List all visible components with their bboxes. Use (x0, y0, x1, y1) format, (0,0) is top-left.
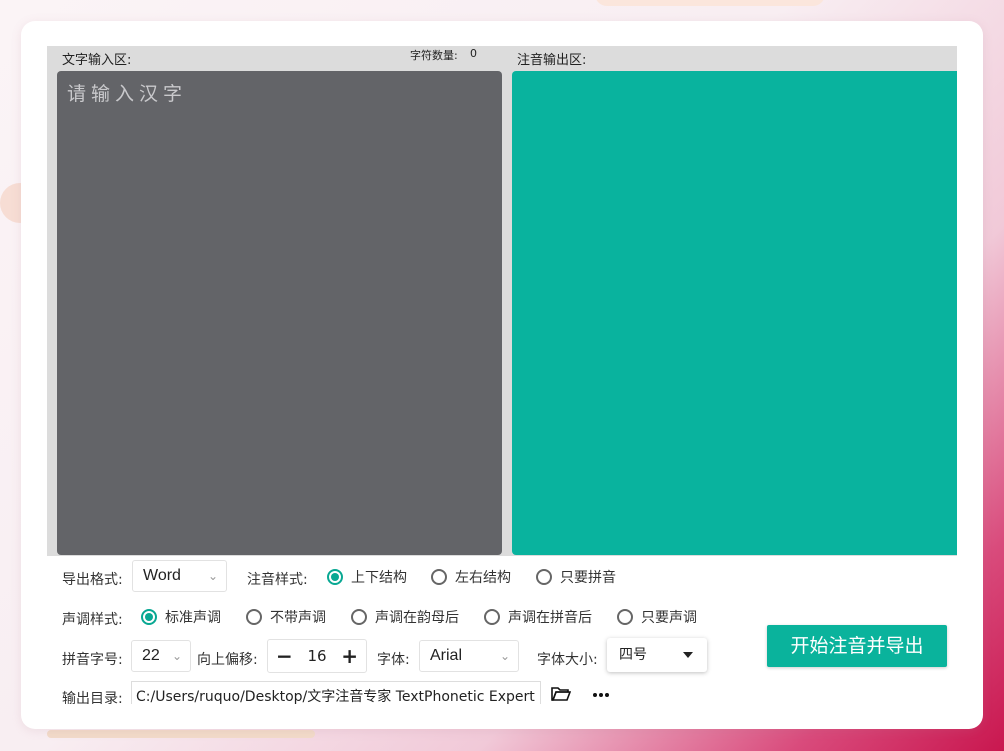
annotation-style-label: 注音样式: (247, 572, 308, 588)
radio-label: 上下结构 (351, 570, 407, 586)
offset-label: 向上偏移: (197, 652, 258, 668)
offset-value[interactable]: 16 (307, 647, 326, 665)
input-area-label: 文字输入区: (62, 53, 132, 68)
caret-down-icon (683, 652, 693, 658)
decor-bar-bottom (47, 730, 315, 738)
radio-label: 标准声调 (165, 610, 221, 626)
pinyin-size-label: 拼音字号: (62, 652, 123, 668)
plus-button[interactable]: + (341, 644, 358, 668)
font-size-value: 四号 (619, 647, 647, 663)
main-panel: 文字输入区: 字符数量: 0 注音输出区: 请输入汉字 导出格式: Word ⌄… (47, 46, 957, 704)
radio-tone-after-final[interactable]: 声调在韵母后 (351, 607, 459, 627)
radio-checked-icon (327, 569, 343, 585)
chinese-text-input[interactable]: 请输入汉字 (57, 71, 502, 555)
radio-annotation-pinyin-only[interactable]: 只要拼音 (536, 567, 616, 587)
radio-label: 左右结构 (455, 570, 511, 586)
folder-open-icon[interactable] (551, 686, 571, 702)
radio-unchecked-icon (351, 609, 367, 625)
text-areas-container: 文字输入区: 字符数量: 0 注音输出区: 请输入汉字 (47, 46, 957, 556)
radio-checked-icon (141, 609, 157, 625)
more-options-icon[interactable] (592, 692, 610, 698)
font-size-label: 字体大小: (537, 652, 598, 668)
radio-tone-only[interactable]: 只要声调 (617, 607, 697, 627)
radio-unchecked-icon (246, 609, 262, 625)
font-select[interactable]: Arial ⌄ (419, 640, 519, 672)
radio-annotation-topdown[interactable]: 上下结构 (327, 567, 407, 587)
radio-annotation-leftright[interactable]: 左右结构 (431, 567, 511, 587)
pinyin-size-value: 22 (142, 647, 160, 664)
export-format-select[interactable]: Word ⌄ (132, 560, 227, 592)
radio-label: 只要声调 (641, 610, 697, 626)
output-dir-label: 输出目录: (62, 691, 123, 704)
export-format-value: Word (143, 567, 181, 584)
radio-unchecked-icon (484, 609, 500, 625)
radio-tone-after-pinyin[interactable]: 声调在拼音后 (484, 607, 592, 627)
radio-unchecked-icon (536, 569, 552, 585)
output-area-label: 注音输出区: (517, 53, 587, 68)
radio-tone-none[interactable]: 不带声调 (246, 607, 326, 627)
char-count-value: 0 (470, 47, 477, 60)
start-export-button[interactable]: 开始注音并导出 (767, 625, 947, 667)
chevron-down-icon: ⌄ (171, 649, 182, 663)
radio-label: 声调在拼音后 (508, 610, 592, 626)
phonetic-output-area[interactable] (512, 71, 957, 555)
pinyin-size-select[interactable]: 22 ⌄ (131, 640, 191, 672)
radio-label: 声调在韵母后 (375, 610, 459, 626)
font-value: Arial (430, 647, 463, 664)
output-dir-input[interactable]: C:/Users/ruquo/Desktop/文字注音专家 TextPhonet… (131, 681, 541, 704)
radio-tone-standard[interactable]: 标准声调 (141, 607, 221, 627)
radio-unchecked-icon (431, 569, 447, 585)
radio-label: 只要拼音 (560, 570, 616, 586)
radio-unchecked-icon (617, 609, 633, 625)
offset-stepper[interactable]: − 16 + (267, 639, 367, 673)
chevron-down-icon: ⌄ (207, 569, 218, 583)
char-count-label: 字符数量: (410, 49, 458, 62)
export-format-label: 导出格式: (62, 572, 123, 588)
minus-button[interactable]: − (276, 644, 293, 668)
tone-style-label: 声调样式: (62, 612, 123, 628)
font-size-dropdown[interactable]: 四号 (607, 638, 707, 672)
decor-blob-top (595, 0, 825, 6)
chevron-down-icon: ⌄ (499, 649, 510, 663)
font-label: 字体: (377, 652, 410, 668)
radio-label: 不带声调 (270, 610, 326, 626)
